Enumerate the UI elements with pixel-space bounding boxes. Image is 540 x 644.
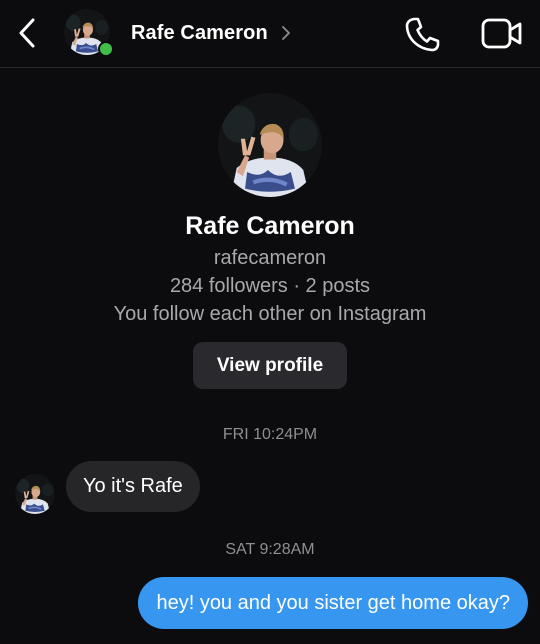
profile-username: rafecameron (213, 247, 327, 269)
mutual-follow-text: You follow each other on Instagram (113, 303, 427, 325)
video-camera-icon[interactable] (480, 16, 524, 52)
profile-avatar-image (218, 93, 322, 197)
contact-name[interactable]: Rafe Cameron (131, 22, 268, 45)
profile-avatar[interactable] (218, 93, 322, 197)
profile-name: Rafe Cameron (185, 212, 355, 240)
chevron-left-icon[interactable] (14, 14, 42, 52)
online-status-indicator (98, 41, 114, 57)
message-timestamp: FRI 10:24PM (222, 426, 318, 443)
profile-stats: 284 followers · 2 posts (169, 275, 371, 297)
message-sender-avatar[interactable] (15, 474, 55, 514)
header-avatar[interactable] (64, 9, 114, 59)
chat-header: Rafe Cameron (0, 0, 540, 68)
incoming-message-bubble[interactable]: Yo it's Rafe (66, 461, 200, 512)
view-profile-button[interactable]: View profile (193, 342, 347, 389)
phone-icon[interactable] (403, 14, 443, 54)
chevron-right-icon[interactable] (281, 25, 291, 41)
sender-avatar-image (15, 474, 55, 514)
outgoing-message-bubble[interactable]: hey! you and you sister get home okay? (138, 577, 528, 629)
message-timestamp: SAT 9:28AM (225, 541, 315, 558)
